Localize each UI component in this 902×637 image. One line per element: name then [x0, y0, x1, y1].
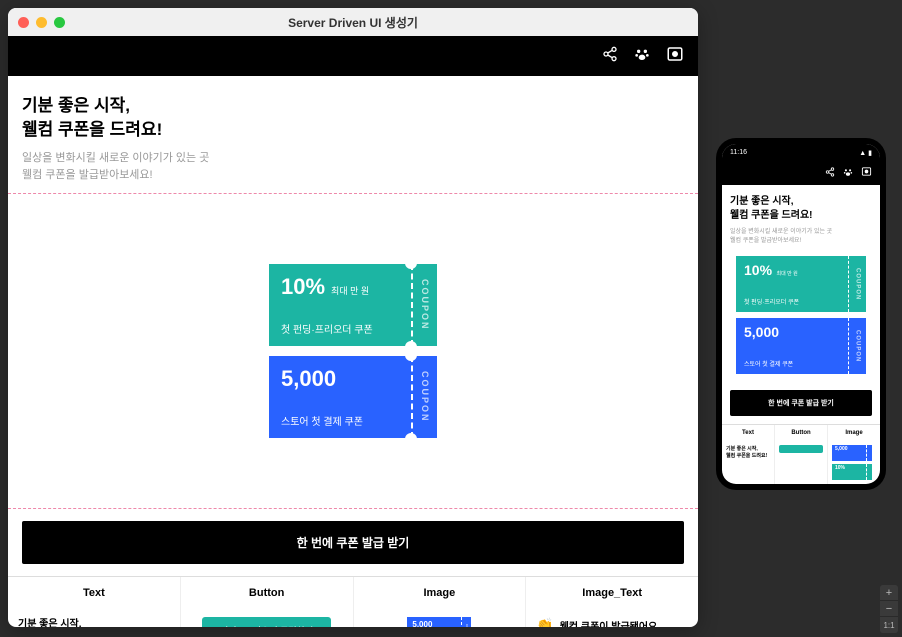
- phone-notch: [771, 144, 831, 156]
- paw-icon[interactable]: [634, 46, 650, 67]
- title-line1: 기분 좋은 시작,: [22, 96, 130, 115]
- phone-coupon-teal[interactable]: 10% 최대 만 원 첫 펀딩·프리오더 쿠폰 COUPON: [736, 256, 866, 312]
- phone-cta-button[interactable]: 한 번에 쿠폰 발급 받기: [730, 390, 872, 416]
- palette-cell-text[interactable]: 기분 좋은 시작, 웰컴 쿠폰을 드려요!: [8, 609, 181, 627]
- palette-header-imagetext[interactable]: Image_Text: [526, 577, 698, 609]
- preview-icon[interactable]: [666, 45, 684, 68]
- coupon-teal-amount: 10%: [281, 274, 325, 300]
- phone-content: 기분 좋은 시작, 웰컴 쿠폰을 드려요! 일상을 변화시킬 새로운 이야기가 …: [722, 185, 880, 382]
- coupon-teal[interactable]: 10% 최대 만 원 첫 펀딩·프리오더 쿠폰 COUPON: [269, 264, 437, 346]
- paw-icon[interactable]: [843, 164, 853, 182]
- share-icon[interactable]: [825, 164, 835, 182]
- coupon-teal-limit: 최대 만 원: [331, 284, 369, 297]
- zoom-in-button[interactable]: +: [880, 585, 898, 601]
- section-divider-bottom: [8, 508, 698, 509]
- maximize-window-button[interactable]: [54, 17, 65, 28]
- palette-row: 기분 좋은 시작, 웰컴 쿠폰을 드려요! 펀딩 · 프리오더 구경하기 5,0…: [8, 609, 698, 627]
- palette-header-image[interactable]: Image: [354, 577, 527, 609]
- phone-palette-cell-text[interactable]: 기분 좋은 시작, 웰컴 쿠폰을 드려요!: [722, 441, 775, 484]
- minimize-window-button[interactable]: [36, 17, 47, 28]
- preview-icon[interactable]: [861, 164, 872, 182]
- palette-cell-button[interactable]: 펀딩 · 프리오더 구경하기: [181, 609, 354, 627]
- phone-screen: 11:16 ▲ ▮ 기분 좋은 시작, 웰컴 쿠폰을 드려요! 일상을 변화시킬…: [722, 144, 880, 484]
- issue-coupons-button[interactable]: 한 번에 쿠폰 발급 받기: [22, 521, 684, 564]
- phone-sub-line2: 웰컴 쿠폰을 발급받아보세요!: [730, 238, 801, 244]
- phone-title-line2: 웰컴 쿠폰을 드려요!: [730, 210, 813, 221]
- page-content: 기분 좋은 시작, 웰컴 쿠폰을 드려요! 일상을 변화시킬 새로운 이야기가 …: [8, 76, 698, 193]
- titlebar: Server Driven UI 생성기: [8, 8, 698, 36]
- phone-palette: Text Button Image 기분 좋은 시작, 웰컴 쿠폰을 드려요! …: [722, 424, 880, 484]
- coupon-stub-text: COUPON: [420, 371, 430, 423]
- window-title: Server Driven UI 생성기: [288, 14, 418, 31]
- phone-palette-header-image[interactable]: Image: [828, 425, 880, 441]
- palette-header-button[interactable]: Button: [181, 577, 354, 609]
- palette-imagetext-label: 웰컴 쿠폰이 발급됐어요: [560, 618, 658, 627]
- palette-text-line1: 기분 좋은 시작,: [18, 619, 82, 627]
- palette-cell-imagetext[interactable]: 👏 웰컴 쿠폰이 발급됐어요: [526, 609, 698, 627]
- phone-palette-header-text[interactable]: Text: [722, 425, 775, 441]
- phone-palette-cell-button[interactable]: [775, 441, 828, 484]
- phone-title-line1: 기분 좋은 시작,: [730, 196, 794, 207]
- phone-palette-button-sample: [779, 445, 823, 453]
- clap-icon: 👏: [536, 617, 553, 627]
- phone-sub-line1: 일상을 변화시킬 새로운 이야기가 있는 곳: [730, 229, 832, 235]
- phone-preview: 11:16 ▲ ▮ 기분 좋은 시작, 웰컴 쿠폰을 드려요! 일상을 변화시킬…: [716, 138, 886, 490]
- app-header-bar: [8, 36, 698, 76]
- phone-time: 11:16: [730, 149, 747, 156]
- phone-status-icons: ▲ ▮: [859, 149, 872, 157]
- zoom-controls: + − 1:1: [880, 585, 898, 633]
- main-window: Server Driven UI 생성기 기분 좋은 시작, 웰컴 쿠폰을 드려…: [8, 8, 698, 627]
- phone-coupon-blue[interactable]: 5,000 스토어 첫 결제 쿠폰 COUPON: [736, 318, 866, 374]
- mini-coupon-blue: 5,000스토어 첫 결제 쿠폰 COUPON: [407, 617, 471, 627]
- phone-palette-cell-image[interactable]: 5,000 10%: [828, 441, 880, 484]
- coupon-blue-amount: 5,000: [281, 366, 336, 392]
- zoom-out-button[interactable]: −: [880, 601, 898, 617]
- phone-header: [722, 161, 880, 185]
- coupon-stub-text: COUPON: [420, 279, 430, 331]
- subtitle-line1: 일상을 변화시킬 새로운 이야기가 있는 곳: [22, 152, 209, 164]
- zoom-reset-button[interactable]: 1:1: [880, 617, 898, 633]
- palette-button-sample: 펀딩 · 프리오더 구경하기: [202, 617, 331, 627]
- coupon-blue[interactable]: 5,000 스토어 첫 결제 쿠폰 COUPON: [269, 356, 437, 438]
- palette-headers: Text Button Image Image_Text: [8, 577, 698, 609]
- page-subtitle: 일상을 변화시킬 새로운 이야기가 있는 곳 웰컴 쿠폰을 발급받아보세요!: [22, 150, 684, 185]
- component-palette: Text Button Image Image_Text 기분 좋은 시작, 웰…: [8, 576, 698, 627]
- coupon-blue-desc: 스토어 첫 결제 쿠폰: [281, 413, 399, 428]
- palette-cell-image[interactable]: 5,000스토어 첫 결제 쿠폰 COUPON 10%첫 펀딩·프리오더 쿠폰 …: [354, 609, 527, 627]
- content-area: 기분 좋은 시작, 웰컴 쿠폰을 드려요! 일상을 변화시킬 새로운 이야기가 …: [8, 36, 698, 627]
- coupon-container: 10% 최대 만 원 첫 펀딩·프리오더 쿠폰 COUPON 5,000 스토어…: [8, 194, 698, 508]
- title-line2: 웰컴 쿠폰을 드려요!: [22, 120, 162, 139]
- page-title: 기분 좋은 시작, 웰컴 쿠폰을 드려요!: [22, 94, 684, 142]
- close-window-button[interactable]: [18, 17, 29, 28]
- palette-header-text[interactable]: Text: [8, 577, 181, 609]
- subtitle-line2: 웰컴 쿠폰을 발급받아보세요!: [22, 169, 153, 181]
- phone-palette-header-button[interactable]: Button: [775, 425, 828, 441]
- traffic-lights: [18, 17, 65, 28]
- share-icon[interactable]: [602, 46, 618, 67]
- coupon-teal-desc: 첫 펀딩·프리오더 쿠폰: [281, 321, 399, 336]
